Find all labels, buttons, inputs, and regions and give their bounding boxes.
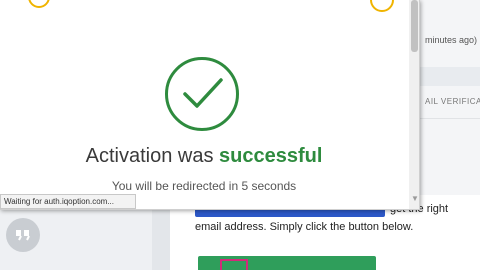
background-divider xyxy=(415,118,480,119)
quote-icon xyxy=(16,230,30,241)
activation-popup-window: Activation was successful You will be re… xyxy=(0,0,420,210)
background-section-label: AIL VERIFICAT xyxy=(425,97,480,106)
background-header-band xyxy=(415,67,480,86)
background-time-ago: minutes ago) xyxy=(425,35,478,45)
popup-frame xyxy=(0,0,420,210)
highlight-marker xyxy=(220,259,248,270)
background-body-text-2: email address. Simply click the button b… xyxy=(195,221,414,233)
